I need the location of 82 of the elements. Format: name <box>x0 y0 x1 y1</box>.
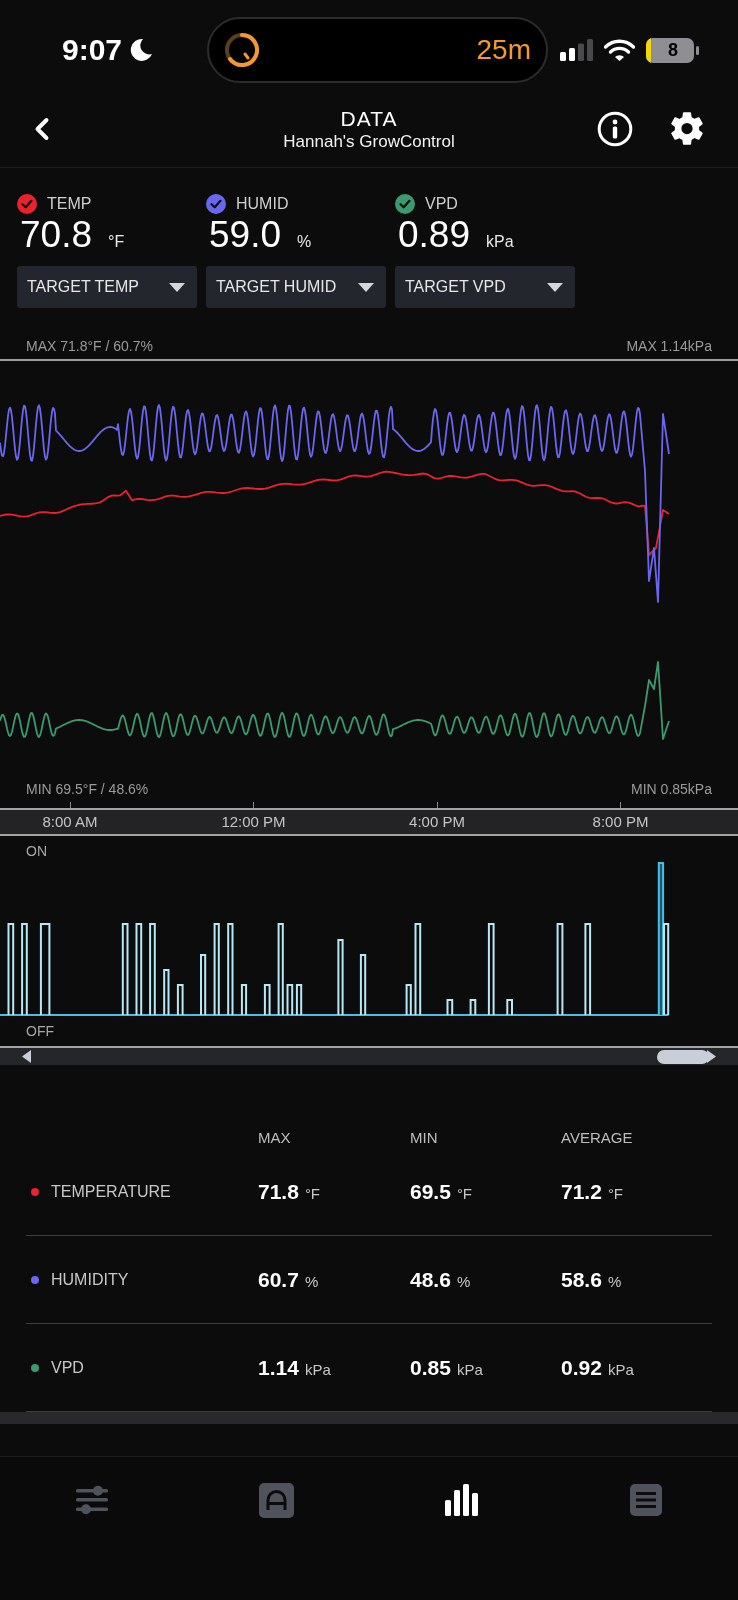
reading-unit: °F <box>108 232 125 252</box>
timer-text: 25m <box>476 36 531 64</box>
on-pulse-bar <box>200 954 207 1016</box>
clock-time: 9:07 <box>62 35 123 65</box>
on-pulse-bar <box>405 984 412 1016</box>
on-pulse-bar <box>446 999 454 1016</box>
battery-level-text: 8 <box>667 40 679 60</box>
chart-min-label: MIN 0.85kPa <box>631 780 712 798</box>
stat-value: 1.14 <box>258 1354 299 1381</box>
info-button[interactable] <box>597 110 633 147</box>
wifi-icon <box>604 39 635 61</box>
on-pulse-bar <box>240 984 248 1016</box>
on-pulse-bar <box>263 984 271 1016</box>
moon-icon <box>129 38 154 62</box>
arch-tile-icon <box>259 1482 295 1518</box>
column-header: MIN <box>410 1129 438 1147</box>
reading-value: 59.0 <box>209 214 281 256</box>
time-axis-label: 12:00 PM <box>221 812 286 832</box>
column-header: MAX <box>258 1129 291 1147</box>
stat-unit: kPa <box>607 1359 634 1380</box>
stat-unit: kPa <box>456 1359 483 1380</box>
on-axis-label: ON <box>26 842 47 860</box>
signal-icon <box>560 39 593 61</box>
stat-value: 69.5 <box>410 1178 451 1205</box>
reading-label: HUMID <box>236 196 289 212</box>
time-axis-label: 8:00 AM <box>42 812 98 832</box>
scroll-right-arrow-icon[interactable] <box>707 1050 716 1063</box>
on-pulse-bar <box>176 984 184 1016</box>
timer-ring-icon <box>224 32 260 68</box>
series-name: VPD <box>51 1357 84 1378</box>
settings-icon <box>669 110 705 147</box>
stat-unit: kPa <box>304 1359 331 1380</box>
column-header: AVERAGE <box>561 1129 633 1147</box>
reading-label: VPD <box>425 196 458 212</box>
on-pulse-bar <box>359 954 367 1016</box>
time-axis-label: 8:00 PM <box>592 812 649 832</box>
checkmark-circle-icon[interactable] <box>395 194 415 214</box>
stat-unit: °F <box>607 1183 624 1204</box>
info-icon <box>597 110 633 147</box>
checkmark-circle-icon[interactable] <box>17 194 37 214</box>
stat-unit: °F <box>456 1183 473 1204</box>
off-axis-label: OFF <box>26 1022 54 1040</box>
checkmark-circle-icon[interactable] <box>206 194 226 214</box>
target-dropdown[interactable]: TARGET HUMID <box>206 266 386 308</box>
target-dropdown[interactable]: TARGET VPD <box>395 266 575 308</box>
battery-icon <box>646 37 699 63</box>
bar-chart-icon <box>444 1484 478 1516</box>
stat-unit: % <box>607 1271 622 1292</box>
stat-value: 0.85 <box>410 1354 451 1381</box>
reading-value: 0.89 <box>398 214 470 256</box>
on-pulse-bar <box>469 999 477 1016</box>
stat-unit: °F <box>304 1183 321 1204</box>
caret-down-icon <box>358 282 374 292</box>
settings-button[interactable] <box>669 110 705 147</box>
reading-unit: kPa <box>486 232 514 252</box>
stat-unit: % <box>304 1271 319 1292</box>
scroll-left-arrow-icon[interactable] <box>22 1050 31 1063</box>
device-subtitle: Hannah's GrowControl <box>283 130 455 152</box>
sliders-icon <box>76 1485 109 1515</box>
caret-down-icon <box>169 282 185 292</box>
time-axis-label: 4:00 PM <box>409 812 465 832</box>
stat-value: 71.8 <box>258 1178 299 1205</box>
stat-value: 58.6 <box>561 1266 602 1293</box>
reading-label: TEMP <box>47 196 92 212</box>
reading-unit: % <box>297 232 312 252</box>
chart-max-label: MAX 71.8°F / 60.7% <box>26 337 153 355</box>
series-name: TEMPERATURE <box>51 1181 171 1202</box>
stat-value: 60.7 <box>258 1266 299 1293</box>
list-tile-icon <box>629 1484 662 1516</box>
page-title: DATA <box>340 105 398 131</box>
stat-value: 48.6 <box>410 1266 451 1293</box>
stat-value: 0.92 <box>561 1354 602 1381</box>
on-pulse-bar <box>163 969 170 1016</box>
caret-down-icon <box>547 282 563 292</box>
stat-value: 71.2 <box>561 1178 602 1205</box>
series-name: HUMIDITY <box>51 1269 129 1290</box>
chart-max-label: MAX 1.14kPa <box>626 337 712 355</box>
stat-unit: % <box>456 1271 471 1292</box>
target-dropdown[interactable]: TARGET TEMP <box>17 266 197 308</box>
chart-min-label: MIN 69.5°F / 48.6% <box>26 780 149 798</box>
reading-value: 70.8 <box>20 214 92 256</box>
on-pulse-bar <box>506 999 513 1016</box>
